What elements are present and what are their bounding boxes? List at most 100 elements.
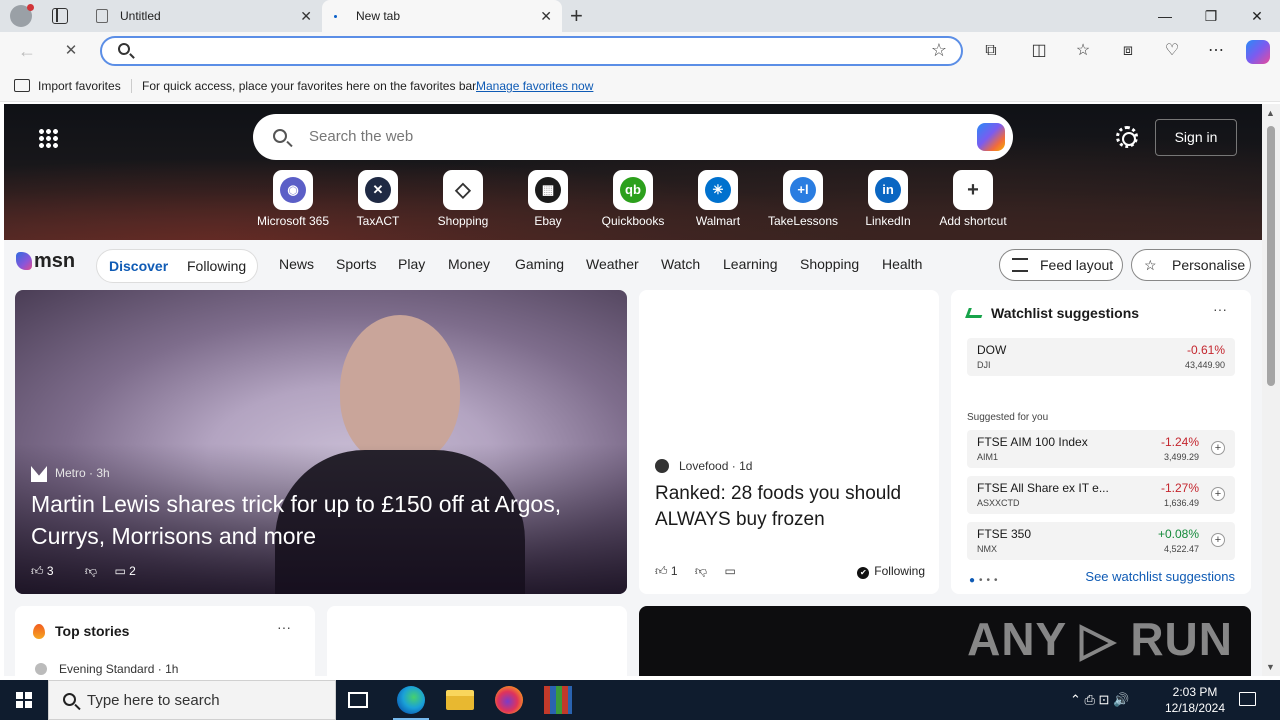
browser-essentials-icon[interactable]: ♡ xyxy=(1161,40,1183,62)
add-to-watchlist-icon[interactable]: + xyxy=(1211,441,1225,455)
scroll-up-icon[interactable]: ▲ xyxy=(1266,108,1275,118)
shortcut-label: Add shortcut xyxy=(939,214,1007,228)
taskbar-search[interactable]: Type here to search xyxy=(48,680,336,720)
story-actions: 👍︎ 3 👎︎ ▭ 2 xyxy=(31,564,164,579)
stock-change: -0.61% xyxy=(1186,343,1225,357)
category-gaming[interactable]: Gaming xyxy=(515,249,564,279)
feed-layout-button[interactable]: Feed layout xyxy=(999,249,1123,281)
see-watchlist-link[interactable]: See watchlist suggestions xyxy=(1085,569,1235,584)
like-button[interactable]: 👍︎ 3 xyxy=(31,564,68,578)
category-watch[interactable]: Watch xyxy=(661,249,700,279)
msn-logo[interactable]: msn xyxy=(16,250,75,273)
dislike-button[interactable]: 👎︎ xyxy=(695,564,707,578)
fire-icon xyxy=(33,624,45,639)
stop-loading-button[interactable]: ✕ xyxy=(58,38,84,64)
copilot-icon[interactable] xyxy=(977,123,1005,151)
close-tab-icon[interactable]: ✕ xyxy=(300,0,312,32)
like-button[interactable]: 👍︎ 1 xyxy=(655,564,678,578)
story-card[interactable]: Lovefood · 1d Ranked: 28 foods you shoul… xyxy=(639,290,939,594)
shortcut-tile: ◇ xyxy=(443,170,483,210)
close-window-button[interactable]: ✕ xyxy=(1234,0,1280,32)
category-play[interactable]: Play xyxy=(398,249,425,279)
add-to-watchlist-icon[interactable]: + xyxy=(1211,487,1225,501)
import-icon xyxy=(14,79,30,92)
address-bar[interactable]: ☆ xyxy=(100,36,963,66)
tab-following[interactable]: Following xyxy=(187,250,246,282)
category-weather[interactable]: Weather xyxy=(586,249,639,279)
shortcut-walmart[interactable]: ✳ Walmart xyxy=(673,170,763,228)
stock-row-dow[interactable]: DOW DJI -0.61% 43,449.90 xyxy=(967,338,1235,376)
stock-symbol: DJI xyxy=(977,360,991,370)
firefox-icon[interactable] xyxy=(495,686,523,714)
split-screen-icon[interactable]: ◫ xyxy=(1028,40,1050,62)
more-options-icon[interactable]: ··· xyxy=(1213,301,1227,317)
collections-icon[interactable]: ⧈ xyxy=(1117,40,1139,62)
more-options-icon[interactable]: ··· xyxy=(277,619,291,635)
carousel-dots[interactable]: ●••• xyxy=(969,575,1002,586)
category-money[interactable]: Money xyxy=(448,249,490,279)
shortcut-ebay[interactable]: ▦ Ebay xyxy=(503,170,593,228)
shortcut-takelessons[interactable]: +l TakeLessons xyxy=(758,170,848,228)
tab-strip: Untitled ✕ New tab ✕ + — ❐ ✕ xyxy=(0,0,1280,32)
winrar-icon[interactable] xyxy=(544,686,572,714)
category-sports[interactable]: Sports xyxy=(336,249,376,279)
favorites-icon[interactable]: ☆ xyxy=(1072,40,1094,62)
comment-button[interactable]: ▭ 2 xyxy=(114,564,149,578)
stock-row[interactable]: FTSE AIM 100 Index AIM1 -1.24% 3,499.29 … xyxy=(967,430,1235,468)
restore-button[interactable]: ❐ xyxy=(1188,0,1234,32)
minimize-button[interactable]: — xyxy=(1142,0,1188,32)
lead-story-card[interactable]: Metro · 3h Martin Lewis shares trick for… xyxy=(15,290,627,594)
shortcut-microsoft-365[interactable]: ◉ Microsoft 365 xyxy=(248,170,338,228)
web-search-box[interactable]: Search the web xyxy=(253,114,1013,160)
extensions-icon[interactable]: ⧉ xyxy=(980,40,1002,62)
copilot-icon[interactable] xyxy=(1246,40,1270,64)
start-button[interactable] xyxy=(16,692,32,708)
settings-gear-icon[interactable] xyxy=(1116,126,1138,148)
stock-row[interactable]: FTSE 350 NMX +0.08% 4,522.47 + xyxy=(967,522,1235,560)
anyrun-watermark: ANY ▷ RUN xyxy=(967,613,1233,665)
personalise-button[interactable]: ☆ Personalise xyxy=(1131,249,1251,281)
category-health[interactable]: Health xyxy=(882,249,922,279)
task-view-icon[interactable] xyxy=(348,692,368,708)
video-card[interactable]: ANY ▷ RUN xyxy=(639,606,1251,676)
page-scrollbar[interactable]: ▲ ▼ xyxy=(1262,104,1280,676)
new-tab-button[interactable]: + xyxy=(570,2,583,30)
scroll-down-icon[interactable]: ▼ xyxy=(1266,662,1275,672)
add-to-watchlist-icon[interactable]: + xyxy=(1211,533,1225,547)
following-badge[interactable]: Following xyxy=(857,564,925,579)
manage-favorites-link[interactable]: Manage favorites now xyxy=(476,70,593,102)
shortcut-add-shortcut[interactable]: + Add shortcut xyxy=(928,170,1018,228)
more-icon[interactable]: ⋯ xyxy=(1205,40,1227,62)
scrollbar-thumb[interactable] xyxy=(1267,126,1275,386)
category-news[interactable]: News xyxy=(279,249,314,279)
edge-icon[interactable] xyxy=(393,686,429,720)
story-headline[interactable]: Ranked: 28 foods you should ALWAYS buy f… xyxy=(655,481,931,533)
tab-discover[interactable]: Discover xyxy=(109,250,168,282)
close-tab-icon[interactable]: ✕ xyxy=(540,0,552,32)
shortcut-linkedin[interactable]: in LinkedIn xyxy=(843,170,933,228)
category-shopping[interactable]: Shopping xyxy=(800,249,859,279)
msn-butterfly-icon xyxy=(16,252,32,270)
file-explorer-icon[interactable] xyxy=(446,690,474,710)
tab-actions-icon[interactable] xyxy=(52,8,68,24)
shortcut-shopping[interactable]: ◇ Shopping xyxy=(418,170,508,228)
system-tray-icons[interactable]: ⌃ ⎙ ⊡ 🔊 xyxy=(1070,680,1129,720)
sign-in-button[interactable]: Sign in xyxy=(1155,119,1237,156)
tab-untitled[interactable]: Untitled ✕ xyxy=(86,0,322,32)
shortcut-quickbooks[interactable]: qb Quickbooks xyxy=(588,170,678,228)
category-learning[interactable]: Learning xyxy=(723,249,778,279)
import-favorites-button[interactable]: Import favorites xyxy=(38,70,121,102)
tab-new-tab[interactable]: New tab ✕ xyxy=(322,0,562,32)
dislike-button[interactable]: 👎︎ xyxy=(85,564,97,578)
story-headline[interactable]: Martin Lewis shares trick for up to £150… xyxy=(31,488,621,552)
notifications-icon[interactable] xyxy=(1239,692,1256,706)
taskbar-clock[interactable]: 2:03 PM 12/18/2024 xyxy=(1160,684,1230,716)
stock-row[interactable]: FTSE All Share ex IT e... ASXXCTD -1.27%… xyxy=(967,476,1235,514)
add-favorite-icon[interactable]: ☆ xyxy=(931,40,947,61)
shortcut-taxact[interactable]: ✕ TaxACT xyxy=(333,170,423,228)
comment-button[interactable]: ▭ xyxy=(724,564,735,578)
windows-taskbar: Type here to search ⌃ ⎙ ⊡ 🔊 2:03 PM 12/1… xyxy=(0,680,1280,720)
app-launcher-icon[interactable] xyxy=(38,128,58,148)
profile-icon[interactable] xyxy=(10,4,34,27)
back-button[interactable]: ← xyxy=(14,38,40,64)
